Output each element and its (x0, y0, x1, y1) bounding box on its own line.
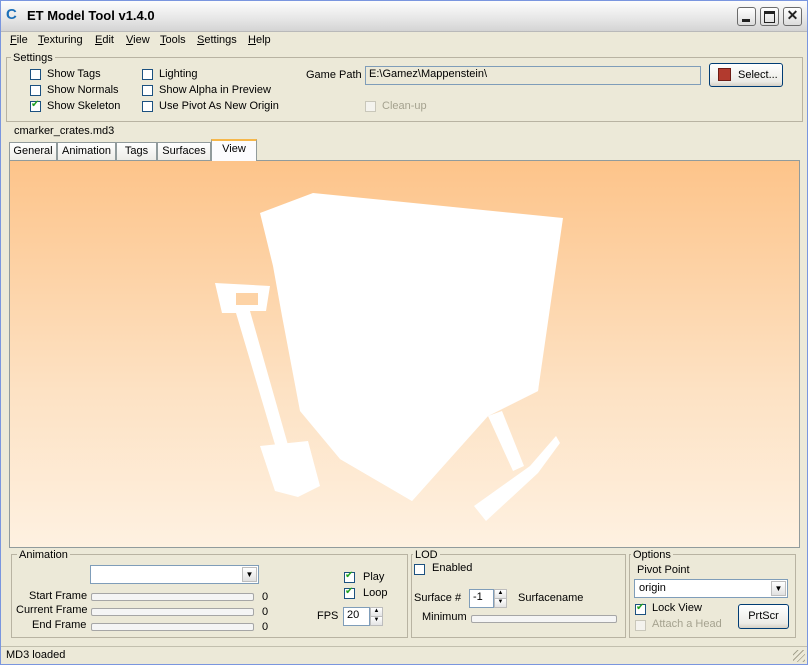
status-bar: MD3 loaded (1, 646, 807, 665)
show-alpha-checkbox[interactable] (142, 85, 153, 96)
show-normals-label[interactable]: Show Normals (47, 84, 119, 96)
pivot-point-select[interactable]: origin ▼ (634, 579, 788, 598)
fps-label: FPS (317, 610, 339, 622)
fps-down-button[interactable]: ▼ (370, 616, 383, 626)
select-button[interactable]: Select... (709, 63, 783, 87)
start-frame-slider[interactable] (91, 593, 254, 601)
menu-file[interactable]: File (10, 34, 28, 46)
start-frame-label: Start Frame (29, 590, 88, 602)
pivot-point-label: Pivot Point (637, 564, 690, 576)
menu-tools[interactable]: Tools (160, 34, 186, 46)
lock-view-checkbox[interactable] (635, 602, 646, 615)
chevron-down-icon[interactable]: ▼ (242, 567, 257, 582)
animation-select[interactable]: ▼ (90, 565, 259, 584)
loop-label[interactable]: Loop (363, 587, 387, 599)
minimum-slider[interactable] (471, 615, 617, 623)
use-pivot-label[interactable]: Use Pivot As New Origin (159, 100, 279, 112)
close-button[interactable]: ✕ (783, 7, 802, 26)
end-frame-slider[interactable] (91, 623, 254, 631)
current-frame-slider[interactable] (91, 608, 254, 616)
lighting-checkbox[interactable] (142, 69, 153, 80)
lod-enabled-label[interactable]: Enabled (432, 562, 472, 574)
menu-help[interactable]: Help (248, 34, 271, 46)
surface-number-label: Surface # (414, 592, 462, 604)
attach-head-label: Attach a Head (652, 618, 722, 630)
start-frame-value: 0 (262, 591, 269, 603)
lod-group-label: LOD (413, 549, 440, 561)
lighting-label[interactable]: Lighting (159, 68, 198, 80)
select-icon (718, 68, 731, 81)
shovel-blade (260, 441, 320, 497)
end-frame-value: 0 (262, 621, 269, 633)
cleanup-checkbox[interactable] (365, 101, 376, 112)
attach-head-checkbox[interactable] (635, 620, 646, 631)
resize-grip-icon[interactable] (793, 650, 805, 662)
cleanup-label: Clean-up (382, 100, 427, 112)
crate-lower-band (300, 311, 545, 501)
game-path-field[interactable]: E:\Gamez\Mappenstein\ (365, 66, 701, 85)
shovel-handle (215, 283, 288, 448)
tab-surfaces[interactable]: Surfaces (157, 142, 211, 161)
title-bar[interactable]: C ET Model Tool v1.4.0 ✕ (1, 1, 807, 32)
model-name: cmarker_crates.md3 (14, 125, 115, 137)
show-skeleton-label[interactable]: Show Skeleton (47, 100, 120, 112)
maximize-button[interactable] (760, 7, 779, 26)
surface-down-button[interactable]: ▼ (494, 598, 507, 608)
animation-group-label: Animation (17, 549, 70, 561)
game-path-label: Game Path (306, 69, 362, 81)
tab-general[interactable]: General (9, 142, 57, 161)
fps-field[interactable]: 20 (343, 607, 370, 626)
surface-number-field[interactable]: -1 (469, 589, 494, 608)
window-title: ET Model Tool v1.4.0 (27, 8, 155, 23)
loop-checkbox[interactable] (344, 586, 355, 599)
play-label[interactable]: Play (363, 571, 384, 583)
status-text: MD3 loaded (6, 649, 66, 661)
minimize-button[interactable] (737, 7, 756, 26)
menu-edit[interactable]: Edit (95, 34, 114, 46)
show-normals-checkbox[interactable] (30, 85, 41, 96)
menu-texturing[interactable]: Texturing (38, 34, 83, 46)
current-frame-value: 0 (262, 606, 269, 618)
tab-tags[interactable]: Tags (116, 142, 157, 161)
shovel-grip-hole (236, 293, 258, 305)
surfacename-label: Surfacename (518, 592, 584, 604)
show-tags-label[interactable]: Show Tags (47, 68, 101, 80)
lod-enabled-checkbox[interactable] (414, 564, 425, 575)
model-viewport[interactable] (9, 160, 800, 548)
lock-view-label[interactable]: Lock View (652, 602, 702, 614)
app-icon[interactable]: C (6, 7, 22, 23)
pickaxe-handle (488, 411, 524, 471)
show-tags-checkbox[interactable] (30, 69, 41, 80)
current-frame-label: Current Frame (16, 604, 88, 616)
menu-bar: File Texturing Edit View Tools Settings … (1, 32, 807, 50)
tab-view[interactable]: View (211, 139, 257, 161)
prtscr-button[interactable]: PrtScr (738, 604, 789, 629)
menu-settings[interactable]: Settings (197, 34, 237, 46)
use-pivot-checkbox[interactable] (142, 101, 153, 112)
end-frame-label: End Frame (32, 619, 87, 631)
main-window: C ET Model Tool v1.4.0 ✕ File Texturing … (0, 0, 808, 665)
settings-group-label: Settings (11, 52, 55, 64)
close-icon: ✕ (786, 7, 799, 23)
show-alpha-label[interactable]: Show Alpha in Preview (159, 84, 271, 96)
play-checkbox[interactable] (344, 570, 355, 583)
options-group-label: Options (631, 549, 673, 561)
show-skeleton-checkbox[interactable] (30, 99, 41, 112)
menu-view[interactable]: View (126, 34, 150, 46)
model-silhouette (215, 193, 563, 521)
chevron-down-icon[interactable]: ▼ (771, 581, 786, 596)
tab-animation[interactable]: Animation (57, 142, 116, 161)
minimum-label: Minimum (422, 611, 467, 623)
